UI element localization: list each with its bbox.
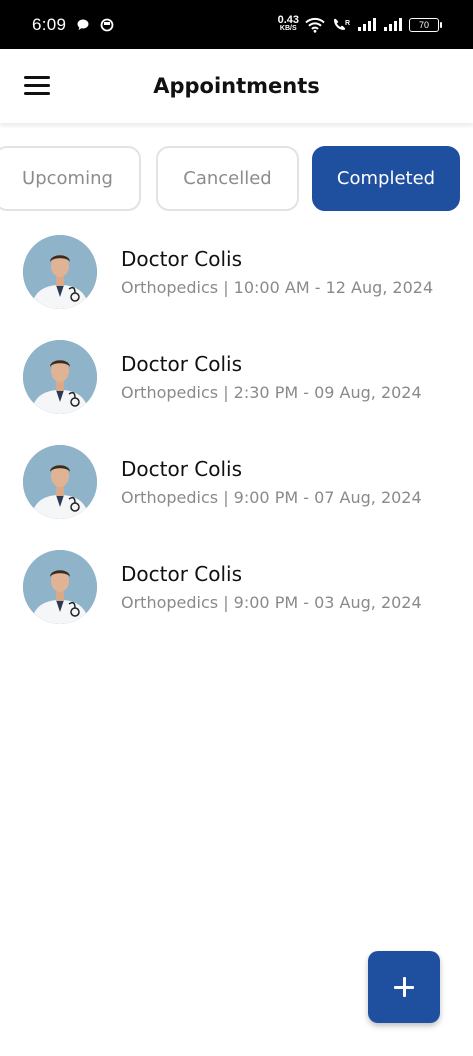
status-right: 0.43 KB/S R 70 <box>278 15 442 33</box>
network-speed-unit: KB/S <box>279 25 297 33</box>
signal-icon <box>384 17 402 31</box>
doctor-name: Doctor Colis <box>121 247 243 271</box>
appointment-item[interactable]: Doctor Colis Orthopedics | 2:30 PM - 09 … <box>0 339 473 444</box>
plus-icon <box>394 977 414 997</box>
doctor-avatar <box>23 550 97 624</box>
tab-completed[interactable]: Completed <box>312 146 460 211</box>
status-time: 6:09 <box>32 14 67 34</box>
doctor-name: Doctor Colis <box>121 352 243 376</box>
circle-notification-icon <box>100 18 114 31</box>
status-bar: 6:09 0.43 KB/S R 70 <box>0 0 473 49</box>
tab-cancelled[interactable]: Cancelled <box>156 146 299 211</box>
add-appointment-button[interactable] <box>368 951 440 1023</box>
doctor-name: Doctor Colis <box>121 457 243 481</box>
appointment-list: Doctor Colis Orthopedics | 10:00 AM - 12… <box>0 234 473 654</box>
app-header: Appointments <box>0 49 473 123</box>
appointment-details: Orthopedics | 9:00 PM - 03 Aug, 2024 <box>121 593 422 612</box>
appointment-tabs: Upcoming Cancelled Completed <box>0 146 473 212</box>
chat-bubble-icon <box>77 19 89 30</box>
battery-level: 70 <box>418 19 429 30</box>
appointment-details: Orthopedics | 2:30 PM - 09 Aug, 2024 <box>121 383 422 402</box>
appointment-item[interactable]: Doctor Colis Orthopedics | 9:00 PM - 03 … <box>0 549 473 654</box>
battery-icon: 70 <box>409 17 442 32</box>
signal-icon <box>358 17 376 31</box>
doctor-avatar <box>23 235 97 309</box>
volte-call-icon: R <box>334 18 350 30</box>
page-title: Appointments <box>153 74 320 98</box>
status-left: 6:09 <box>32 15 114 35</box>
appointment-details: Orthopedics | 10:00 AM - 12 Aug, 2024 <box>121 278 434 297</box>
doctor-avatar <box>23 445 97 519</box>
doctor-avatar <box>23 340 97 414</box>
appointment-details: Orthopedics | 9:00 PM - 07 Aug, 2024 <box>121 488 422 507</box>
svg-text:R: R <box>345 20 350 27</box>
appointment-item[interactable]: Doctor Colis Orthopedics | 9:00 PM - 07 … <box>0 444 473 549</box>
appointment-item[interactable]: Doctor Colis Orthopedics | 10:00 AM - 12… <box>0 234 473 339</box>
hamburger-menu-icon[interactable] <box>24 76 50 96</box>
doctor-name: Doctor Colis <box>121 562 243 586</box>
network-speed: 0.43 KB/S <box>278 15 299 33</box>
tab-upcoming[interactable]: Upcoming <box>0 146 141 211</box>
wifi-icon <box>305 17 325 33</box>
